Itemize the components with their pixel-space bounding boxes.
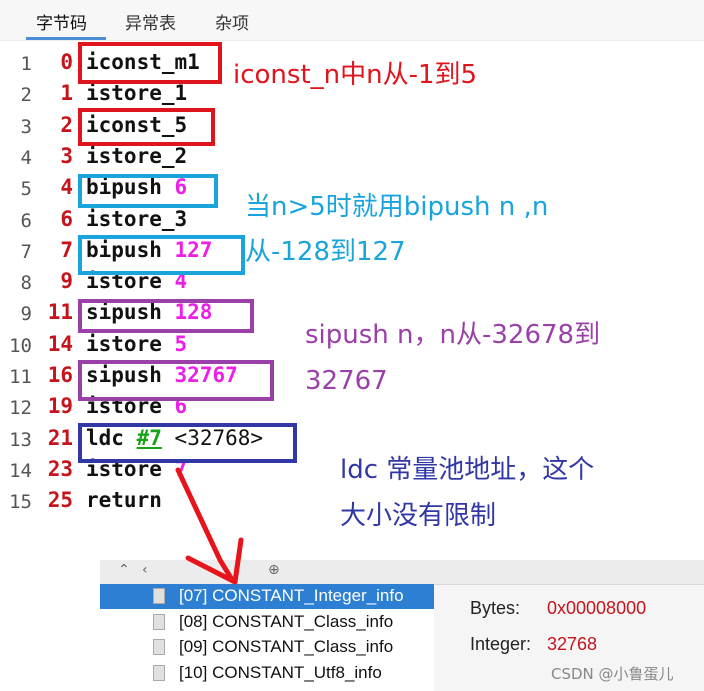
red-arrow [175, 467, 244, 585]
arrow-shaft [175, 467, 234, 581]
watermark: CSDN @小鲁蛋儿 [551, 665, 674, 683]
